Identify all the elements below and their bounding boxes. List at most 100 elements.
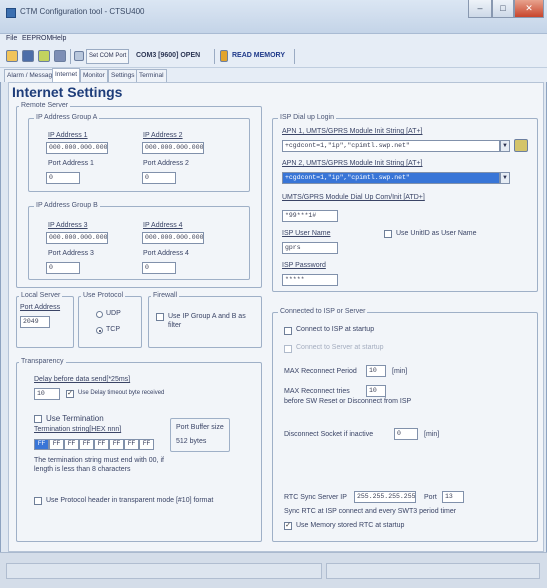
apn1-field[interactable]: +cgdcont=1,"ip","cpimtl.swp.net": [282, 140, 500, 152]
set-com-port-button[interactable]: Set COM Port: [86, 49, 130, 64]
open-folder-icon[interactable]: [6, 50, 18, 62]
use-imei-label: Use UnitID as User Name: [396, 230, 477, 237]
menu-file[interactable]: File: [6, 35, 17, 42]
tab-monitor[interactable]: Monitor: [80, 69, 108, 82]
isp-password-label: ISP Password: [282, 262, 326, 269]
use-termination-label: Use Termination: [46, 414, 104, 423]
term-byte-1[interactable]: FF: [34, 439, 49, 450]
status-cell-main: [6, 563, 322, 579]
ip3-label: IP Address 3: [48, 222, 88, 229]
read-memory-icon[interactable]: [220, 50, 228, 62]
apn1-dropdown-icon[interactable]: ▼: [500, 140, 510, 152]
com-port-icon[interactable]: [74, 51, 84, 61]
ip1-field[interactable]: 000.000.000.000: [46, 142, 108, 154]
apn2-label: APN 2, UMTS/GPRS Module Init String [AT+…: [282, 160, 423, 167]
max-tries-label: MAX Reconnect tries: [284, 388, 350, 395]
connect-server-checkbox[interactable]: [284, 345, 292, 353]
menu-eeprom[interactable]: EEPROM: [22, 35, 52, 42]
local-port-field[interactable]: 2049: [20, 316, 50, 328]
isp-user-label: ISP User Name: [282, 230, 331, 237]
termination-string-label: Termination string[HEX nnn]: [34, 426, 122, 433]
isp-user-field[interactable]: gprs: [282, 242, 338, 254]
edit-icon[interactable]: [38, 50, 50, 62]
apn1-label: APN 1, UMTS/GPRS Module Init String [AT+…: [282, 128, 423, 135]
menu-help[interactable]: Help: [52, 35, 66, 42]
close-button[interactable]: ✕: [514, 0, 544, 18]
protocol-header-label: Use Protocol header in transparent mode …: [46, 497, 214, 504]
use-imei-checkbox[interactable]: [384, 230, 392, 238]
max-tries-note: before SW Reset or Disconnect from ISP: [284, 398, 412, 405]
udp-label: UDP: [106, 310, 121, 317]
term-byte-5[interactable]: FF: [94, 439, 109, 450]
apn2-dropdown-icon[interactable]: ▼: [500, 172, 510, 184]
tab-alarm-message[interactable]: Alarm / Message: [4, 69, 59, 82]
max-reconnect-label: MAX Reconnect Period: [284, 368, 357, 375]
save-icon[interactable]: [22, 50, 34, 62]
isp-password-field[interactable]: *****: [282, 274, 338, 286]
tcp-radio[interactable]: [96, 327, 103, 334]
disconnect-label: Disconnect Socket if inactive: [284, 431, 374, 438]
protocol-header-checkbox[interactable]: [34, 497, 42, 505]
tcp-label: TCP: [106, 326, 120, 333]
toolbar-separator: [128, 49, 129, 64]
termination-note: The termination string must end with 00,…: [34, 457, 164, 473]
rtc-port-field[interactable]: 13: [442, 491, 464, 503]
toolbar-separator: [294, 49, 295, 64]
firewall-checkbox[interactable]: [156, 313, 164, 321]
remote-server-label: Remote Server: [19, 102, 71, 109]
buffer-size-label: Port Buffer size: [176, 424, 224, 431]
dial-field[interactable]: *99***1#: [282, 210, 338, 222]
apn-edit-icon[interactable]: [514, 139, 528, 152]
print-icon[interactable]: [54, 50, 66, 62]
toolbar-separator: [214, 49, 215, 64]
port2-label: Port Address 2: [143, 160, 189, 167]
rtc-port-label: Port: [424, 494, 437, 501]
port3-field[interactable]: 0: [46, 262, 80, 274]
port4-field[interactable]: 0: [142, 262, 176, 274]
ip3-field[interactable]: 000.000.000.000: [46, 232, 108, 244]
delay-checkbox[interactable]: ✓: [66, 390, 74, 398]
rtc-server-field[interactable]: 255.255.255.255: [354, 491, 416, 503]
delay-field[interactable]: 10: [34, 388, 60, 400]
tab-internet[interactable]: Internet: [52, 68, 81, 82]
app-icon: [6, 8, 16, 18]
port1-field[interactable]: 0: [46, 172, 80, 184]
port3-label: Port Address 3: [48, 250, 94, 257]
max-reconnect-field[interactable]: 10: [366, 365, 386, 377]
rtc-memory-checkbox[interactable]: ✓: [284, 522, 292, 530]
udp-radio[interactable]: [96, 311, 103, 318]
delay-label: Delay before data send[*25ms]: [34, 376, 131, 383]
use-termination-checkbox[interactable]: [34, 415, 42, 423]
read-memory-button[interactable]: READ MEMORY: [232, 52, 285, 59]
toolbar-separator: [70, 49, 71, 64]
protocol-group: [78, 296, 142, 348]
apn2-field[interactable]: +cgdcont=1,"ip","cpimtl.swp.net": [282, 172, 500, 184]
dial-label: UMTS/GPRS Module Dial Up Com/Init [ATD+]: [282, 194, 425, 201]
disconnect-field[interactable]: 0: [394, 428, 418, 440]
buffer-size-value: 512 bytes: [176, 438, 207, 445]
isp-login-label: ISP Dial up Login: [278, 114, 336, 121]
toolbar: Set COM Port COM3 [9600] OPEN READ MEMOR…: [0, 46, 547, 68]
maximize-button[interactable]: □: [492, 0, 514, 18]
minimize-button[interactable]: –: [468, 0, 492, 18]
term-byte-4[interactable]: FF: [79, 439, 94, 450]
firewall-label: Firewall: [151, 292, 180, 299]
tab-settings[interactable]: Settings: [108, 69, 138, 82]
rtc-memory-label: Use Memory stored RTC at startup: [296, 522, 405, 529]
term-byte-3[interactable]: FF: [64, 439, 79, 450]
page-title: Internet Settings: [12, 84, 123, 100]
menu-bar: File EEPROM Help: [0, 34, 547, 46]
port2-field[interactable]: 0: [142, 172, 176, 184]
max-tries-field[interactable]: 10: [366, 385, 386, 397]
term-byte-8[interactable]: FF: [139, 439, 154, 450]
tab-terminal[interactable]: Terminal: [136, 69, 167, 82]
ip2-label: IP Address 2: [143, 132, 183, 139]
rtc-sync-note: Sync RTC at ISP connect and every SWT3 p…: [284, 508, 457, 515]
term-byte-2[interactable]: FF: [49, 439, 64, 450]
ip2-field[interactable]: 000.000.000.000: [142, 142, 204, 154]
term-byte-7[interactable]: FF: [124, 439, 139, 450]
ip4-field[interactable]: 000.000.000.000: [142, 232, 204, 244]
connect-startup-checkbox[interactable]: [284, 327, 292, 335]
connected-label: Connected to ISP or Server: [278, 308, 368, 315]
term-byte-6[interactable]: FF: [109, 439, 124, 450]
